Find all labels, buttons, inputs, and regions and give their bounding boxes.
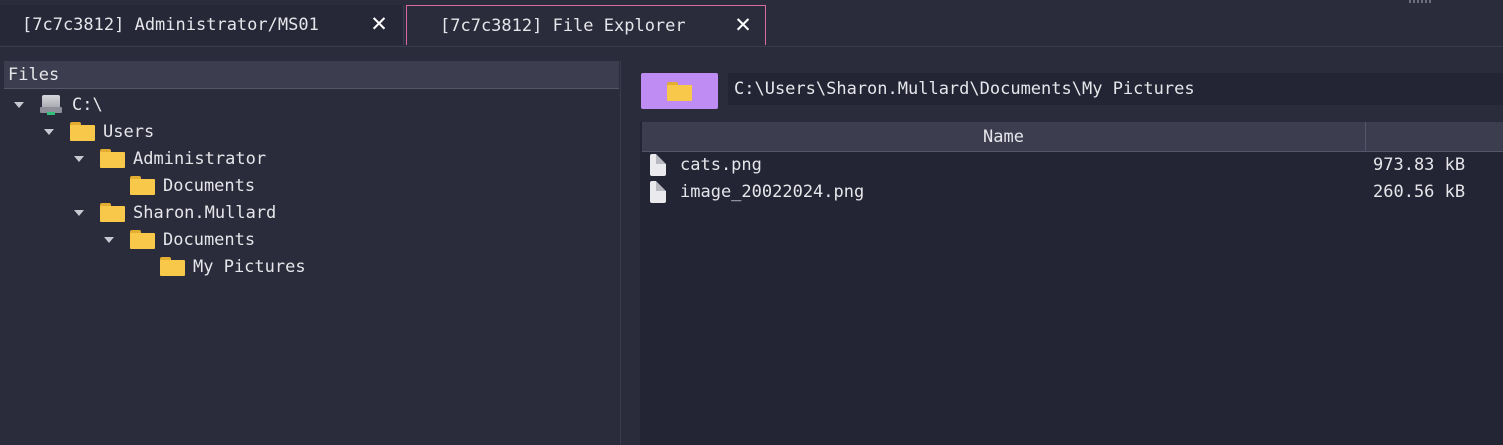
folder-tree-panel: Files C:\ Users Administrator Documents …: [0, 61, 621, 445]
file-size: 973.83 kB: [1373, 154, 1466, 175]
file-icon: [650, 153, 666, 176]
tree-node-c-drive[interactable]: C:\: [14, 91, 103, 118]
folder-icon: [100, 149, 125, 168]
tab-administrator-ms01[interactable]: [7c7c3812] Administrator/MS01 ✕: [0, 5, 404, 45]
folder-icon: [100, 203, 125, 222]
drive-icon: [40, 94, 62, 115]
folder-icon: [70, 122, 95, 141]
folder-icon: [160, 257, 185, 276]
tree-node-label: Documents: [163, 229, 256, 250]
column-header-name[interactable]: Name: [642, 122, 1366, 151]
expand-arrow-icon[interactable]: [74, 155, 84, 162]
tree-node-label: Sharon.Mullard: [133, 202, 277, 223]
tree-node-sharon-documents[interactable]: Documents: [104, 226, 255, 253]
tab-file-explorer[interactable]: [7c7c3812] File Explorer ✕: [406, 5, 766, 45]
file-row[interactable]: cats.png 973.83 kB: [640, 151, 1503, 178]
tab-bar: [7c7c3812] Administrator/MS01 ✕ [7c7c381…: [0, 0, 1503, 47]
open-folder-button[interactable]: [641, 73, 718, 109]
file-list: Name cats.png 973.83 kB image_20022024.p…: [640, 122, 1503, 445]
close-icon[interactable]: ✕: [733, 13, 753, 37]
tab-label: [7c7c3812] Administrator/MS01: [22, 15, 319, 35]
tree-node-my-pictures[interactable]: My Pictures: [160, 253, 306, 280]
tree-node-users[interactable]: Users: [44, 118, 154, 145]
column-header-size[interactable]: [1366, 122, 1503, 151]
folder-icon: [130, 176, 155, 195]
folder-icon: [667, 81, 692, 101]
tree-node-sharon-mullard[interactable]: Sharon.Mullard: [74, 199, 276, 226]
tree-node-label: Administrator: [133, 148, 267, 169]
file-name: cats.png: [680, 154, 762, 175]
path-bar: C:\Users\Sharon.Mullard\Documents\My Pic…: [640, 72, 1503, 110]
expand-arrow-icon[interactable]: [104, 236, 114, 243]
tree-header: Files: [4, 61, 619, 89]
close-icon[interactable]: ✕: [369, 12, 389, 36]
tree-node-label: My Pictures: [193, 256, 306, 277]
expand-arrow-icon[interactable]: [14, 101, 24, 108]
expand-arrow-icon[interactable]: [74, 209, 84, 216]
tree-node-label: Documents: [163, 175, 256, 196]
file-row[interactable]: image_20022024.png 260.56 kB: [640, 178, 1503, 205]
tree-node-label: C:\: [72, 94, 103, 115]
list-header: Name: [642, 122, 1503, 152]
file-icon: [650, 180, 666, 203]
drag-grip-icon[interactable]: [1409, 0, 1433, 3]
file-size: 260.56 kB: [1373, 181, 1466, 202]
folder-icon: [130, 230, 155, 249]
file-name: image_20022024.png: [680, 181, 865, 202]
tree-node-administrator-documents[interactable]: Documents: [130, 172, 255, 199]
tree-node-administrator[interactable]: Administrator: [74, 145, 266, 172]
path-field[interactable]: C:\Users\Sharon.Mullard\Documents\My Pic…: [728, 73, 1503, 105]
tab-label: [7c7c3812] File Explorer: [440, 15, 686, 36]
tree-node-label: Users: [103, 121, 155, 142]
expand-arrow-icon[interactable]: [44, 128, 54, 135]
